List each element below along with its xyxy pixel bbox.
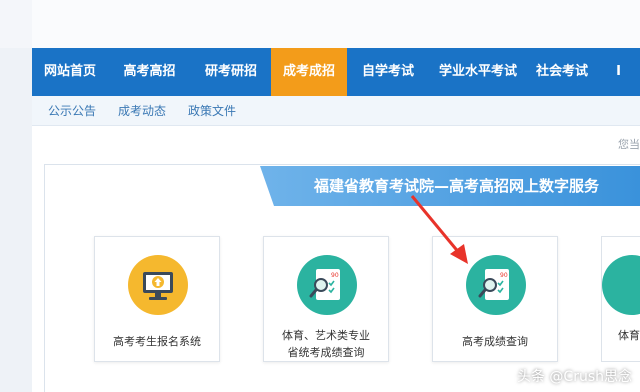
watermark: 头条 @Crush思念 (516, 369, 632, 385)
nav-yankao[interactable]: 研考研招 (191, 48, 271, 96)
card-label: 高考考生报名系统 (113, 335, 201, 348)
nav-shehui[interactable]: 社会考试 (527, 48, 597, 96)
card-sports-partial[interactable]: 体育 (601, 236, 640, 362)
nav-home[interactable]: 网站首页 (32, 48, 108, 96)
svg-text:90: 90 (331, 272, 339, 279)
card-label-line1: 体育、艺术类专业 (282, 329, 370, 342)
card-label: 高考成绩查询 (462, 335, 528, 348)
card-label: 体育 (618, 329, 640, 342)
nav-more[interactable]: I (597, 48, 640, 96)
card-label-line2: 省统考成绩查询 (287, 346, 365, 359)
annotation-arrow (410, 195, 468, 264)
svg-text:90: 90 (500, 272, 508, 279)
content-area: 您当 福建省教育考试院—高考高招网上数字服务 高考考生报名系统 90 体育、艺术… (32, 126, 640, 392)
card-registration[interactable]: 高考考生报名系统 (94, 236, 220, 362)
monitor-upload-icon (128, 255, 188, 315)
main-nav: 网站首页 高考高招 研考研招 成考成招 自学考试 学业水平考试 社会考试 I (32, 48, 640, 96)
top-header (0, 0, 640, 48)
card-arts-sports-score[interactable]: 90 体育、艺术类专业 省统考成绩查询 (263, 236, 389, 362)
left-margin (0, 48, 32, 392)
nav-xueye[interactable]: 学业水平考试 (429, 48, 527, 96)
nav-gaokao[interactable]: 高考高招 (108, 48, 191, 96)
subnav-news[interactable]: 成考动态 (118, 102, 166, 119)
header-area (32, 0, 640, 48)
score-report-icon (602, 255, 640, 315)
subnav-announcements[interactable]: 公示公告 (48, 102, 96, 119)
score-report-icon: 90 (297, 255, 357, 315)
nav-zixue[interactable]: 自学考试 (347, 48, 429, 96)
breadcrumb: 您当 (618, 138, 640, 151)
subnav-policies[interactable]: 政策文件 (188, 102, 236, 119)
sub-nav: 公示公告 成考动态 政策文件 (32, 96, 640, 126)
nav-chengkao[interactable]: 成考成招 (271, 48, 347, 96)
